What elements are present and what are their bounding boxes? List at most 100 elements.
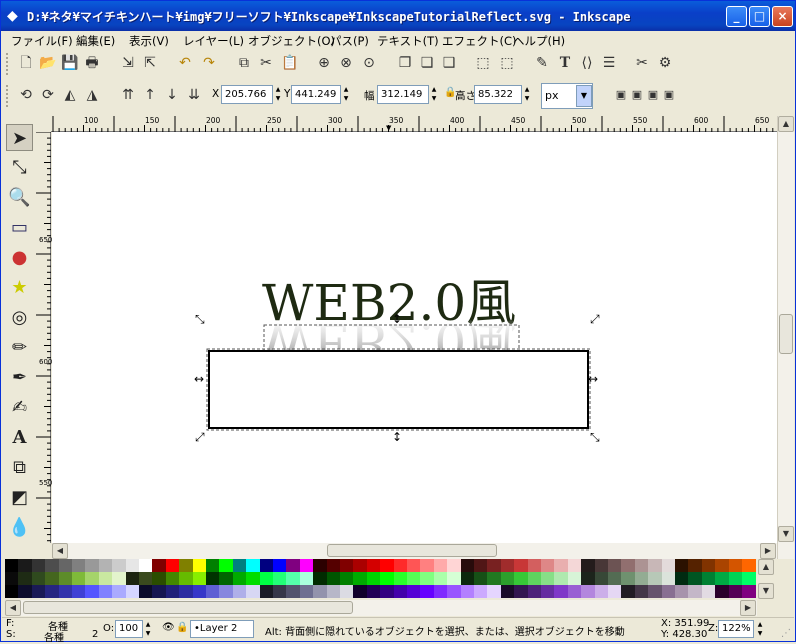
color-swatch[interactable] bbox=[742, 585, 756, 598]
color-swatch[interactable] bbox=[648, 559, 663, 572]
color-swatch[interactable] bbox=[661, 559, 676, 572]
color-swatch[interactable] bbox=[380, 585, 395, 598]
color-swatch[interactable] bbox=[273, 559, 287, 572]
color-swatch[interactable] bbox=[18, 585, 33, 598]
calligraphy-icon[interactable]: ✍ bbox=[6, 394, 33, 421]
color-swatch[interactable] bbox=[541, 572, 555, 585]
color-swatch[interactable] bbox=[219, 559, 234, 572]
scale-handle-se[interactable]: ⤡ bbox=[590, 430, 600, 444]
menu-layer[interactable]: レイヤー(L) bbox=[183, 33, 244, 49]
color-swatch[interactable] bbox=[675, 572, 689, 585]
width-field[interactable]: 312.149 bbox=[377, 85, 429, 104]
color-swatch[interactable] bbox=[72, 559, 86, 572]
color-swatch[interactable] bbox=[460, 572, 475, 585]
color-swatch[interactable] bbox=[232, 572, 247, 585]
align-icon[interactable]: ☰ bbox=[599, 53, 619, 73]
redo-icon[interactable]: ↷ bbox=[199, 53, 219, 73]
color-swatch[interactable] bbox=[648, 585, 663, 598]
color-swatch[interactable] bbox=[715, 572, 730, 585]
selected-rectangle[interactable] bbox=[208, 350, 589, 429]
color-swatch[interactable] bbox=[206, 572, 220, 585]
color-swatch[interactable] bbox=[393, 572, 408, 585]
scroll-up-icon[interactable]: ▲ bbox=[778, 116, 794, 132]
zoom-icon[interactable]: 🔍 bbox=[6, 184, 33, 211]
color-swatch[interactable] bbox=[112, 572, 127, 585]
color-swatch[interactable] bbox=[474, 559, 488, 572]
color-swatch[interactable] bbox=[728, 559, 743, 572]
color-swatch[interactable] bbox=[608, 572, 622, 585]
color-swatch[interactable] bbox=[648, 572, 663, 585]
palette-scrollbar[interactable]: ◀ ▶ bbox=[5, 600, 757, 616]
import-icon[interactable]: ⇲ bbox=[118, 53, 138, 73]
color-swatch[interactable] bbox=[447, 572, 462, 585]
open-icon[interactable]: 📂 bbox=[38, 53, 58, 73]
color-swatch[interactable] bbox=[58, 585, 73, 598]
color-swatch[interactable] bbox=[634, 572, 649, 585]
color-swatch[interactable] bbox=[246, 559, 261, 572]
color-swatch[interactable] bbox=[380, 559, 395, 572]
color-swatch[interactable] bbox=[500, 572, 515, 585]
color-swatch[interactable] bbox=[661, 572, 676, 585]
vertical-scroll-thumb[interactable] bbox=[779, 314, 793, 354]
color-swatch[interactable] bbox=[98, 559, 113, 572]
color-swatch[interactable] bbox=[407, 559, 421, 572]
color-swatch[interactable] bbox=[567, 585, 582, 598]
color-swatch[interactable] bbox=[219, 572, 234, 585]
opacity-field[interactable]: 100 bbox=[115, 620, 143, 638]
color-swatch[interactable] bbox=[58, 572, 73, 585]
color-swatch[interactable] bbox=[514, 585, 529, 598]
color-swatch[interactable] bbox=[742, 572, 756, 585]
color-swatch[interactable] bbox=[621, 559, 636, 572]
color-swatch[interactable] bbox=[273, 585, 287, 598]
color-swatch[interactable] bbox=[353, 559, 368, 572]
color-swatch[interactable] bbox=[407, 585, 421, 598]
color-swatch[interactable] bbox=[675, 559, 689, 572]
color-swatch[interactable] bbox=[31, 585, 46, 598]
color-swatch[interactable] bbox=[326, 572, 341, 585]
color-swatch[interactable] bbox=[45, 572, 60, 585]
color-swatch[interactable] bbox=[447, 559, 462, 572]
color-swatch[interactable] bbox=[353, 585, 368, 598]
menu-path[interactable]: パス(P) bbox=[330, 33, 369, 49]
color-swatch[interactable] bbox=[299, 585, 314, 598]
star-icon[interactable]: ★ bbox=[6, 274, 33, 301]
x-field[interactable]: 205.766 bbox=[221, 85, 273, 104]
menu-object[interactable]: オブジェクト(O) bbox=[248, 33, 335, 49]
zoom-spinner[interactable]: ▲ ▼ bbox=[755, 620, 765, 638]
width-spinner[interactable]: ▲ ▼ bbox=[429, 85, 439, 104]
connector-icon[interactable]: ⧉ bbox=[6, 454, 33, 481]
color-swatch[interactable] bbox=[500, 559, 515, 572]
color-swatch[interactable] bbox=[313, 585, 328, 598]
color-swatch[interactable] bbox=[192, 572, 207, 585]
node-editor-icon[interactable]: ⤡ bbox=[6, 154, 33, 181]
scale-handle-sw[interactable]: ⤢ bbox=[194, 430, 205, 444]
color-swatch[interactable] bbox=[85, 585, 100, 598]
color-swatch[interactable] bbox=[72, 572, 86, 585]
color-swatch[interactable] bbox=[407, 572, 421, 585]
color-swatch[interactable] bbox=[273, 572, 287, 585]
scale-handle-n[interactable]: ↕ bbox=[392, 312, 402, 326]
color-swatch[interactable] bbox=[433, 585, 448, 598]
text-font-icon[interactable]: T bbox=[555, 53, 575, 73]
color-swatch[interactable] bbox=[5, 559, 19, 572]
y-spinner[interactable]: ▲ ▼ bbox=[341, 85, 351, 104]
color-swatch[interactable] bbox=[139, 585, 153, 598]
color-swatch[interactable] bbox=[125, 585, 140, 598]
color-swatch[interactable] bbox=[527, 572, 542, 585]
text-icon[interactable]: A bbox=[6, 424, 33, 451]
scale-handle-ne[interactable]: ⤢ bbox=[589, 312, 600, 326]
color-swatch[interactable] bbox=[299, 559, 314, 572]
color-swatch[interactable] bbox=[366, 559, 381, 572]
color-swatch[interactable] bbox=[353, 572, 368, 585]
close-button[interactable]: × bbox=[772, 6, 793, 27]
color-swatch[interactable] bbox=[112, 559, 127, 572]
unit-dropdown-icon[interactable]: ▼ bbox=[576, 85, 592, 107]
color-swatch[interactable] bbox=[259, 559, 274, 572]
flip-vertical-icon[interactable]: ◮ bbox=[82, 85, 102, 105]
copy-icon[interactable]: ⧉ bbox=[234, 53, 254, 73]
ellipse-icon[interactable]: ● bbox=[6, 244, 33, 271]
paste-icon[interactable]: 📋 bbox=[280, 53, 300, 73]
x-spinner[interactable]: ▲ ▼ bbox=[273, 85, 283, 104]
color-swatch[interactable] bbox=[366, 585, 381, 598]
color-swatch[interactable] bbox=[715, 559, 730, 572]
